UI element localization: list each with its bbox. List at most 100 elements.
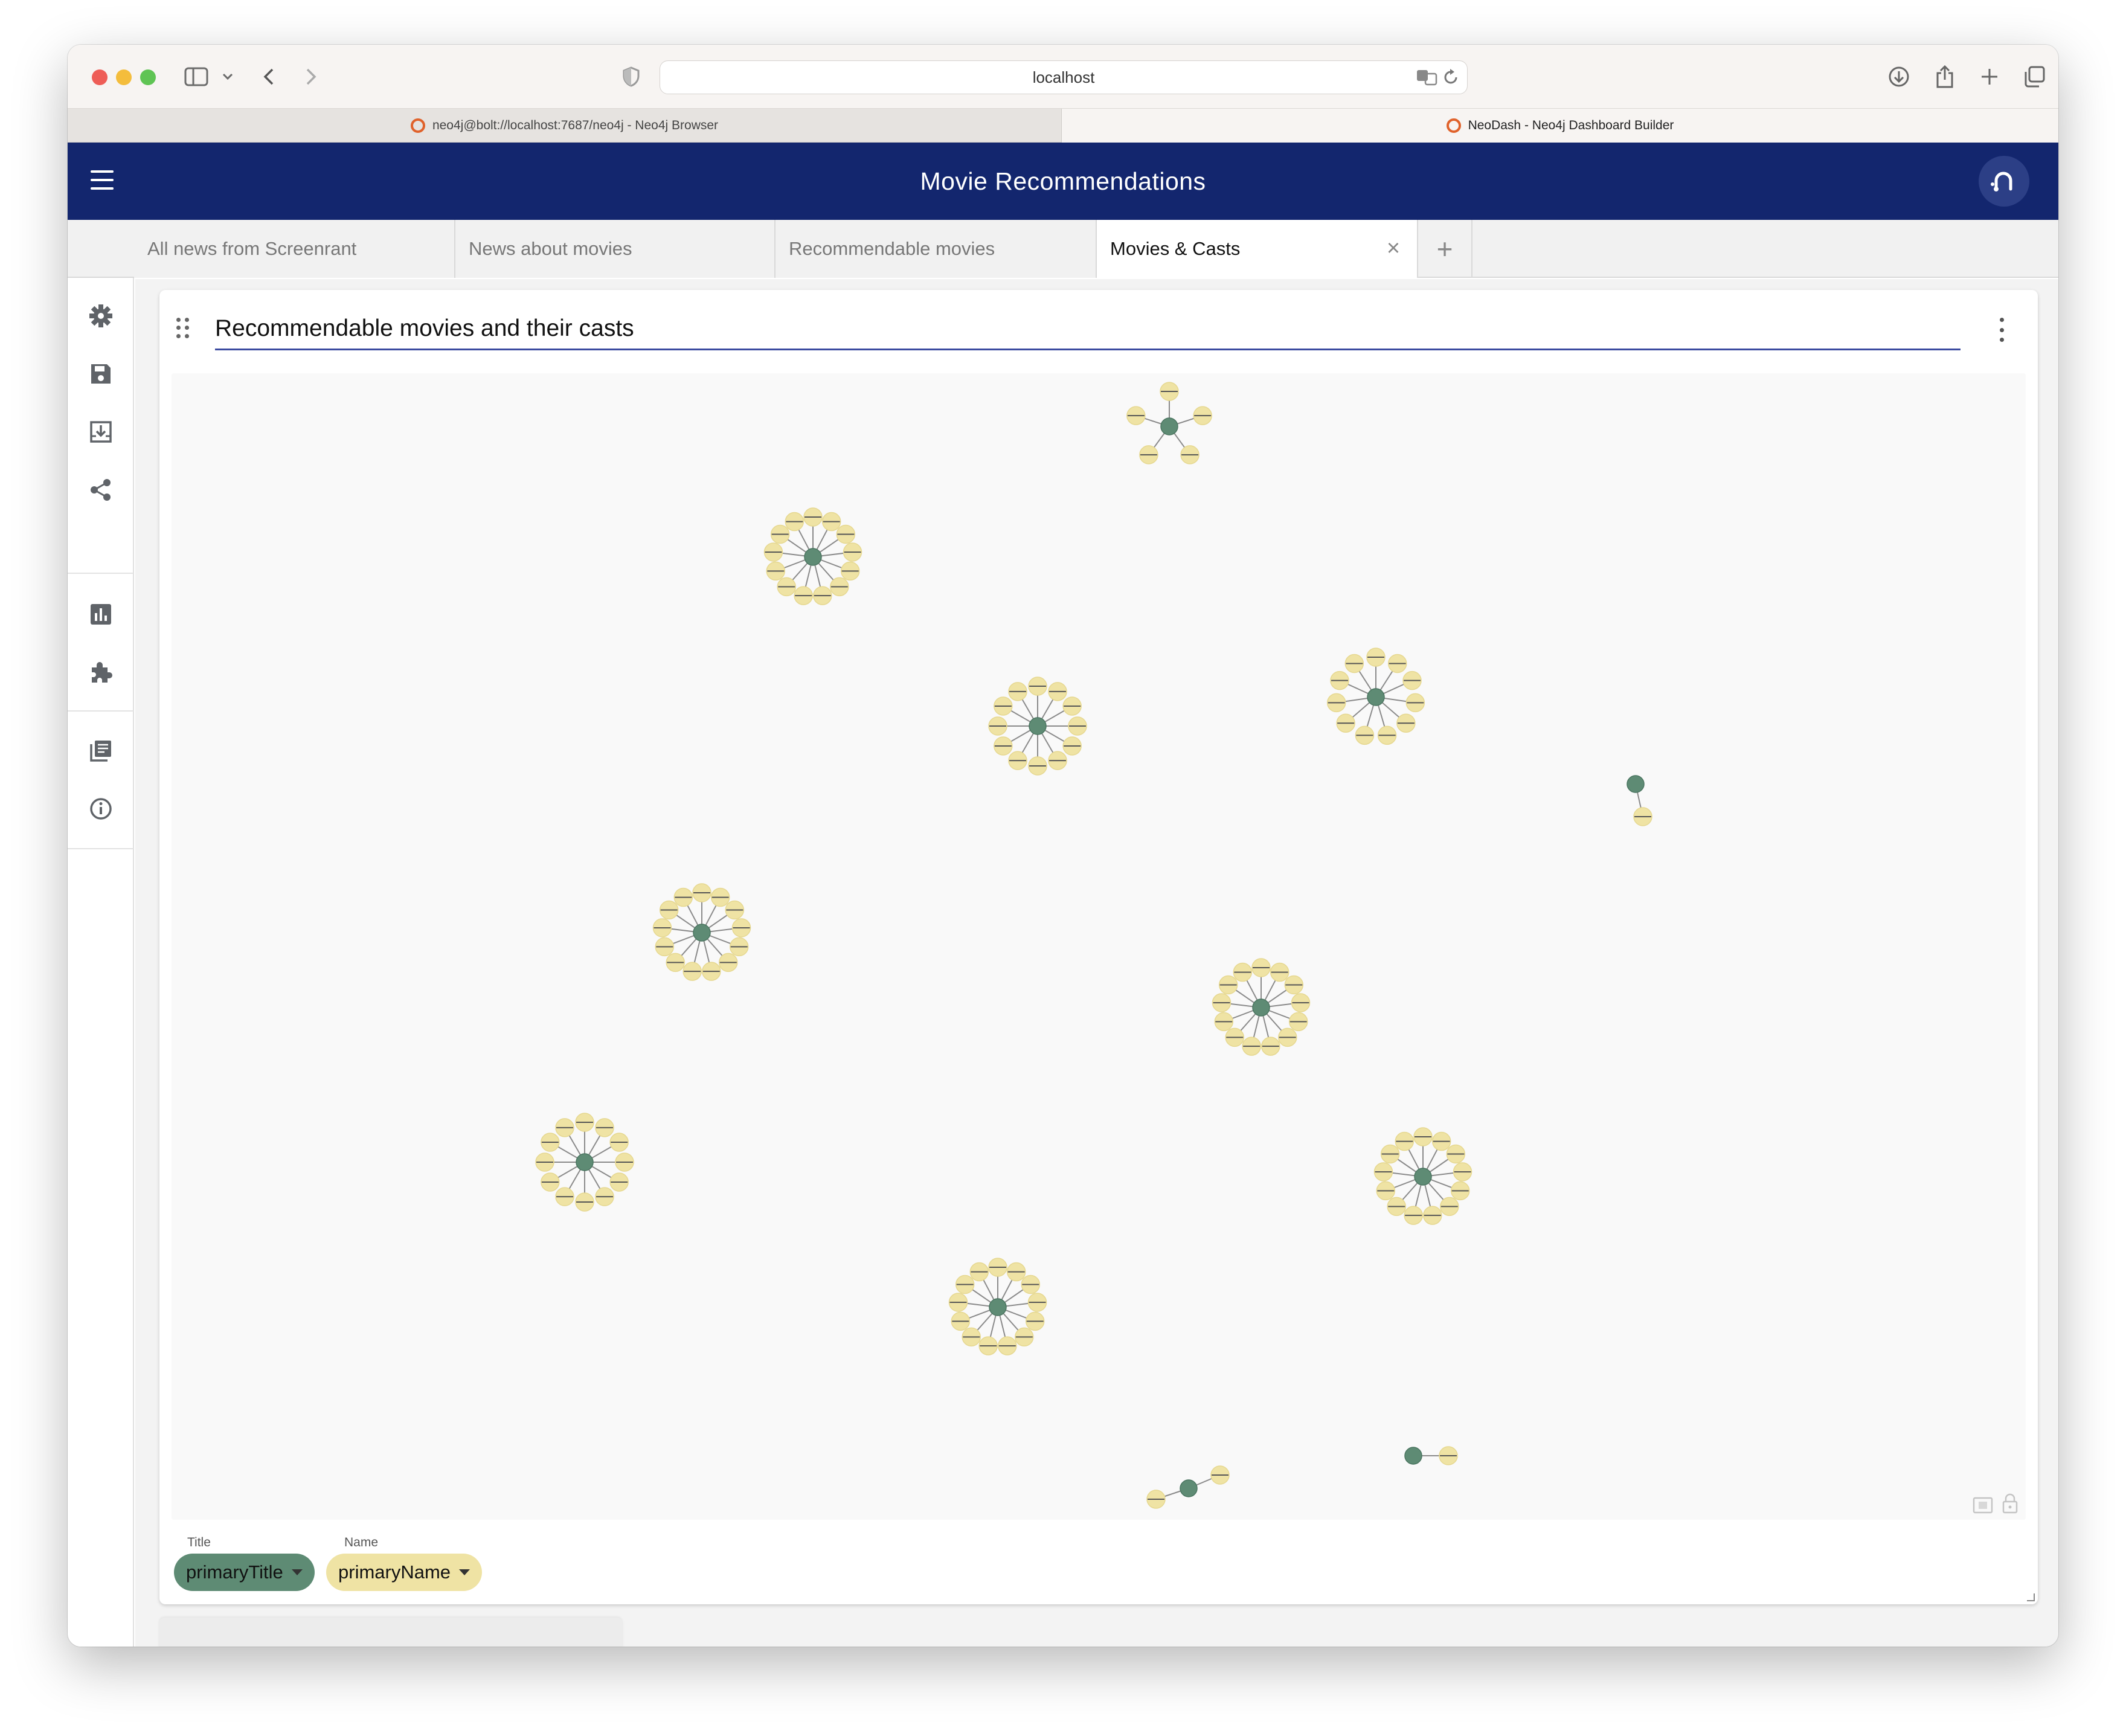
sidebar-divider (68, 710, 134, 712)
share-icon[interactable] (87, 476, 115, 504)
browser-toolbar: localhost (68, 45, 2058, 109)
person-node-label (1407, 702, 1424, 704)
person-node-label (1064, 706, 1081, 707)
movie-cluster[interactable] (988, 677, 1087, 776)
person-node-label (1328, 702, 1345, 704)
movie-node[interactable] (1252, 998, 1270, 1017)
movie-node[interactable] (1627, 775, 1645, 793)
translate-icon[interactable] (1416, 68, 1438, 86)
tab-all-news-from-screenrant[interactable]: All news from Screenrant (134, 220, 455, 278)
movie-node[interactable] (1029, 717, 1047, 735)
drag-handle-icon[interactable] (176, 318, 191, 339)
tab-overview-icon[interactable] (2022, 63, 2046, 91)
person-node-label (1262, 1046, 1279, 1047)
sidebar-divider (68, 573, 134, 574)
fit-to-screen-icon[interactable] (1973, 1497, 1993, 1514)
graph-visualization[interactable] (172, 373, 2026, 1520)
close-window-button[interactable] (92, 69, 108, 85)
person-node-label (1049, 690, 1066, 692)
person-node-label (786, 521, 803, 522)
resize-handle-icon[interactable] (2026, 1592, 2035, 1602)
movie-node[interactable] (1180, 1479, 1198, 1497)
caret-down-icon (291, 1569, 303, 1575)
tab-news-about-movies[interactable]: News about movies (455, 220, 776, 278)
movie-cluster[interactable] (1212, 958, 1311, 1056)
movie-cluster[interactable] (1326, 648, 1425, 745)
info-icon[interactable] (87, 795, 115, 823)
tab-recommendable-movies[interactable]: Recommendable movies (776, 220, 1097, 278)
person-node-label (994, 706, 1012, 707)
movie-cluster[interactable] (1126, 382, 1212, 465)
lock-icon[interactable] (2002, 1493, 2018, 1514)
legend-chip-name[interactable]: primaryName (326, 1554, 483, 1591)
sidebar-toggle-icon[interactable] (182, 63, 210, 91)
person-node-label (1212, 1474, 1228, 1476)
person-node-label (1367, 657, 1384, 658)
bar-chart-icon[interactable] (87, 600, 115, 628)
person-node-label (1454, 1171, 1471, 1173)
shield-icon[interactable] (621, 63, 641, 91)
person-node-label (765, 551, 782, 553)
back-icon[interactable] (260, 63, 278, 91)
share-sheet-icon[interactable] (1933, 63, 1957, 91)
connection-button[interactable] (1979, 156, 2029, 207)
movie-cluster[interactable] (1373, 1127, 1472, 1225)
extension-icon[interactable] (87, 658, 115, 686)
movie-cluster[interactable] (1404, 1446, 1458, 1465)
person-node-label (998, 1345, 1016, 1347)
person-node-label (611, 1142, 628, 1143)
legend-property: primaryTitle (186, 1561, 283, 1583)
movie-node[interactable] (1367, 688, 1385, 706)
new-tab-icon[interactable] (1977, 63, 2002, 91)
reload-icon[interactable] (1442, 68, 1460, 86)
legend-chip-title[interactable]: primaryTitle (174, 1554, 315, 1591)
movie-node[interactable] (693, 924, 711, 942)
person-node-label (963, 1336, 980, 1338)
person-node-label (1447, 1153, 1465, 1155)
person-node-label (956, 1284, 974, 1285)
tab-movies-and-casts[interactable]: Movies & Casts × (1097, 220, 1418, 278)
graph-canvas[interactable] (172, 373, 2026, 1520)
person-node-label (1389, 663, 1406, 664)
person-node-label (841, 570, 859, 572)
movie-node[interactable] (989, 1298, 1007, 1316)
movie-cluster[interactable] (535, 1113, 634, 1212)
movie-cluster[interactable] (948, 1258, 1047, 1355)
movie-cluster[interactable] (763, 507, 862, 605)
browser-tab-neodash[interactable]: NeoDash - Neo4j Dashboard Builder (1062, 109, 2058, 143)
movie-node[interactable] (1160, 417, 1178, 436)
movie-cluster[interactable] (652, 883, 751, 981)
save-icon[interactable] (87, 360, 115, 388)
movie-node[interactable] (1414, 1168, 1432, 1186)
browser-tab-neo4j-browser[interactable]: neo4j@bolt://localhost:7687/neo4j - Neo4… (68, 109, 1062, 143)
minimize-window-button[interactable] (116, 69, 132, 85)
load-icon[interactable] (87, 418, 115, 446)
chevron-down-icon[interactable] (221, 63, 234, 91)
movie-cluster[interactable] (1146, 1465, 1230, 1509)
close-icon[interactable]: × (1383, 237, 1404, 260)
zoom-window-button[interactable] (140, 69, 156, 85)
person-node-label (1029, 1302, 1046, 1304)
browser-tab-label: neo4j@bolt://localhost:7687/neo4j - Neo4… (432, 118, 719, 132)
documentation-icon[interactable] (87, 737, 115, 765)
person-node-label (1253, 967, 1270, 968)
person-node-label (1356, 735, 1373, 736)
downloads-icon[interactable] (1887, 63, 1911, 91)
graph-report-card: Recommendable movies and their casts Tit… (159, 290, 2038, 1604)
person-node-label (1440, 1206, 1458, 1207)
add-page-button[interactable]: + (1418, 220, 1472, 278)
forward-icon[interactable] (302, 63, 320, 91)
report-title[interactable]: Recommendable movies and their casts (215, 308, 1961, 350)
person-node-label (767, 570, 785, 572)
dashboard-title[interactable]: Movie Recommendations (68, 143, 2058, 220)
movie-node[interactable] (804, 548, 822, 566)
plus-icon: + (1436, 233, 1453, 265)
person-node-label (1181, 454, 1199, 455)
movie-node[interactable] (1404, 1447, 1422, 1465)
more-options-icon[interactable] (1998, 318, 2005, 342)
address-bar[interactable]: localhost (660, 60, 1468, 94)
movie-node[interactable] (576, 1153, 594, 1171)
movie-cluster[interactable] (1627, 775, 1652, 826)
gear-icon[interactable] (87, 302, 115, 330)
person-node-label (1634, 816, 1651, 817)
